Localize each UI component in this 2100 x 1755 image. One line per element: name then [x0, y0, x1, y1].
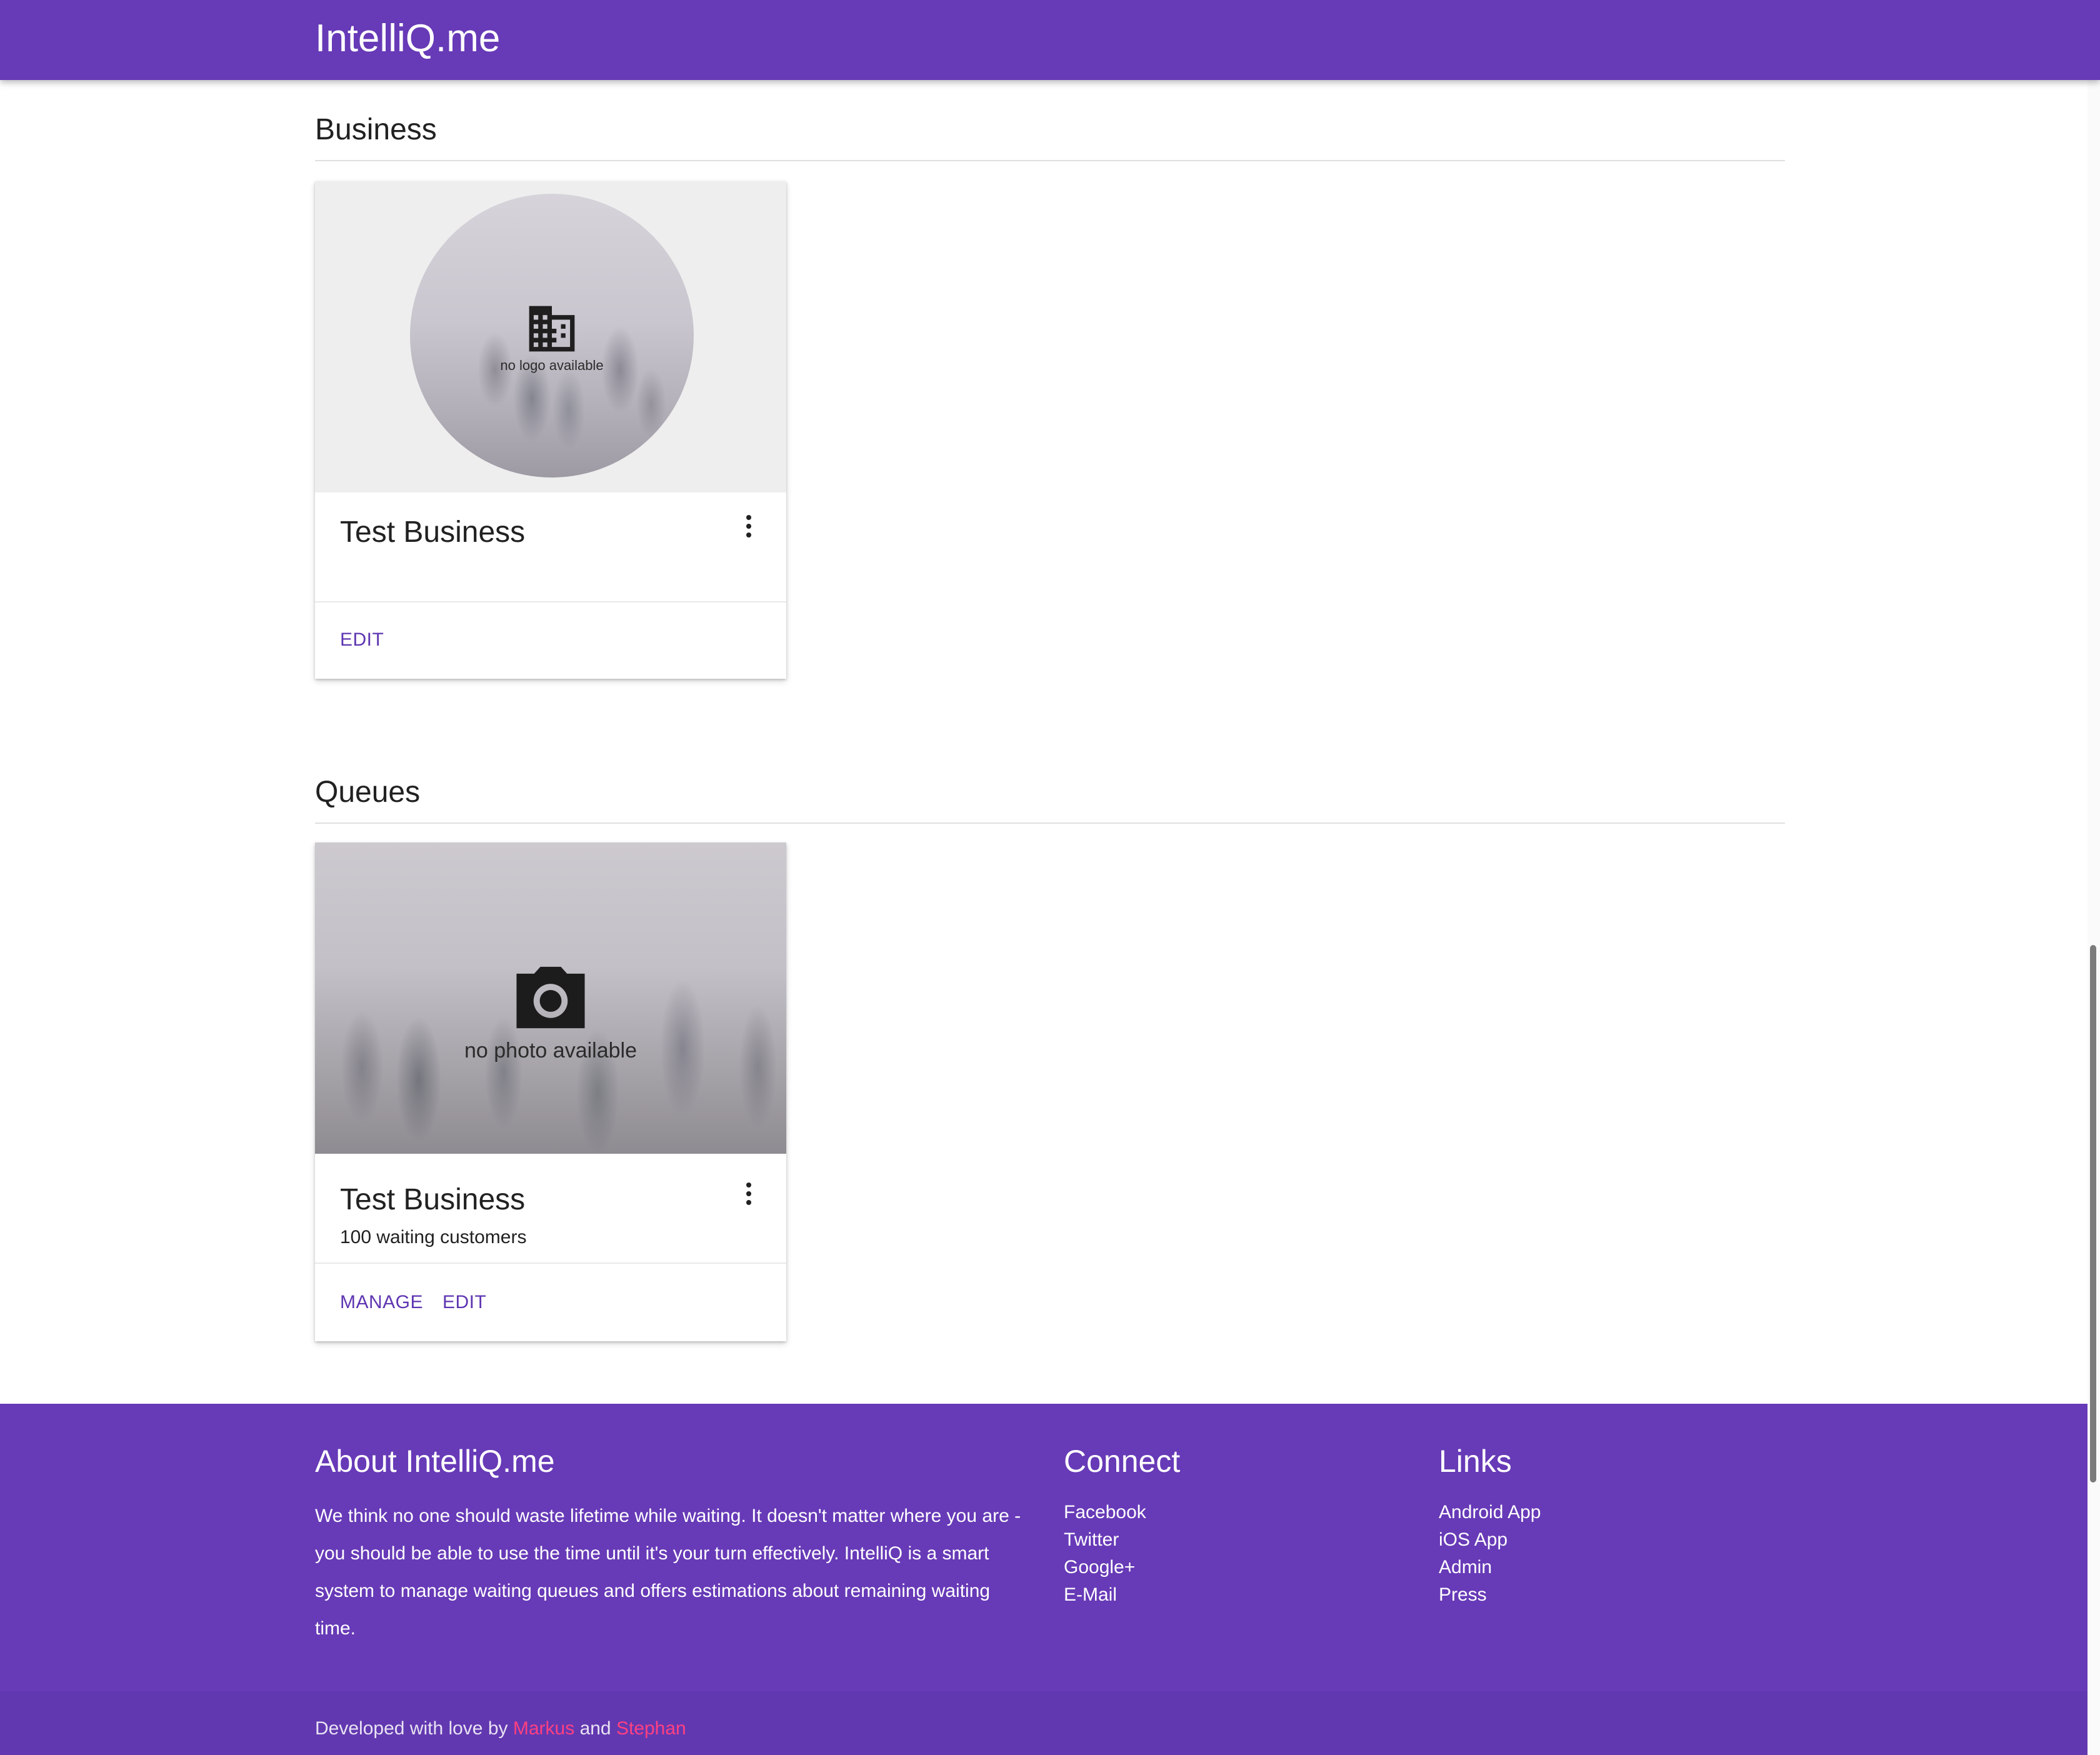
- footer-link-googleplus[interactable]: Google+: [1064, 1554, 1146, 1581]
- no-logo-text: no logo available: [500, 358, 604, 373]
- app-header: IntelliQ.me: [0, 0, 2100, 80]
- footer-link-press[interactable]: Press: [1439, 1581, 1541, 1609]
- footer-connect-links: Facebook Twitter Google+ E-Mail: [1064, 1499, 1146, 1609]
- business-logo-placeholder: no logo available: [410, 194, 694, 478]
- business-building-icon: [529, 306, 575, 352]
- queue-card-title: Test Business: [340, 1183, 526, 1216]
- more-vert-icon: [746, 1181, 751, 1207]
- footer-link-facebook[interactable]: Facebook: [1064, 1499, 1146, 1526]
- footer-connect-title: Connect: [1064, 1444, 1181, 1479]
- page-footer: About IntelliQ.me We think no one should…: [0, 1404, 2100, 1755]
- credit-joiner: and: [579, 1718, 611, 1739]
- credit-author-stephan[interactable]: Stephan: [616, 1718, 686, 1739]
- footer-about-title: About IntelliQ.me: [315, 1444, 555, 1479]
- footer-link-ios-app[interactable]: iOS App: [1439, 1526, 1541, 1554]
- footer-links-list: Android App iOS App Admin Press: [1439, 1499, 1541, 1609]
- queue-card: no photo available Test Business 100 wai…: [315, 842, 786, 1341]
- business-card: no logo available Test Business EDIT: [315, 181, 786, 679]
- business-card-title: Test Business: [340, 516, 526, 549]
- queue-manage-button[interactable]: MANAGE: [340, 1290, 423, 1315]
- page-scrollbar[interactable]: [2088, 80, 2100, 1755]
- business-logo-area: no logo available: [315, 181, 786, 492]
- queues-section-title: Queues: [315, 776, 421, 809]
- business-section-title: Business: [315, 113, 437, 146]
- business-card-divider: [315, 601, 786, 602]
- footer-link-android-app[interactable]: Android App: [1439, 1499, 1541, 1526]
- queue-card-menu-button[interactable]: [730, 1175, 768, 1212]
- queues-section-divider: [315, 822, 1785, 824]
- no-photo-text: no photo available: [464, 1039, 637, 1062]
- business-section-divider: [315, 160, 1785, 161]
- footer-links-title: Links: [1439, 1444, 1512, 1479]
- no-logo-placeholder: no logo available: [410, 304, 694, 374]
- footer-link-email[interactable]: E-Mail: [1064, 1581, 1146, 1609]
- footer-about-text: We think no one should waste lifetime wh…: [315, 1506, 1021, 1639]
- more-vert-icon: [746, 513, 751, 539]
- footer-bottom-bar: Developed with love by Markus and Stepha…: [0, 1691, 2100, 1755]
- footer-link-twitter[interactable]: Twitter: [1064, 1526, 1146, 1554]
- queue-photo-area: no photo available: [315, 842, 786, 1154]
- business-edit-button[interactable]: EDIT: [340, 628, 384, 652]
- queue-edit-button[interactable]: EDIT: [442, 1290, 486, 1315]
- footer-link-admin[interactable]: Admin: [1439, 1554, 1541, 1581]
- queue-waiting-count: 100 waiting customers: [340, 1227, 527, 1248]
- business-card-menu-button[interactable]: [730, 508, 768, 545]
- no-photo-placeholder: no photo available: [315, 960, 786, 1063]
- credit-author-markus[interactable]: Markus: [513, 1718, 574, 1739]
- footer-credit: Developed with love by Markus and Stepha…: [315, 1716, 686, 1741]
- scrollbar-thumb[interactable]: [2090, 945, 2096, 1482]
- camera-icon: [516, 966, 585, 1029]
- credit-prefix: Developed with love by: [315, 1718, 508, 1739]
- app-title[interactable]: IntelliQ.me: [315, 0, 500, 78]
- queue-card-divider: [315, 1262, 786, 1264]
